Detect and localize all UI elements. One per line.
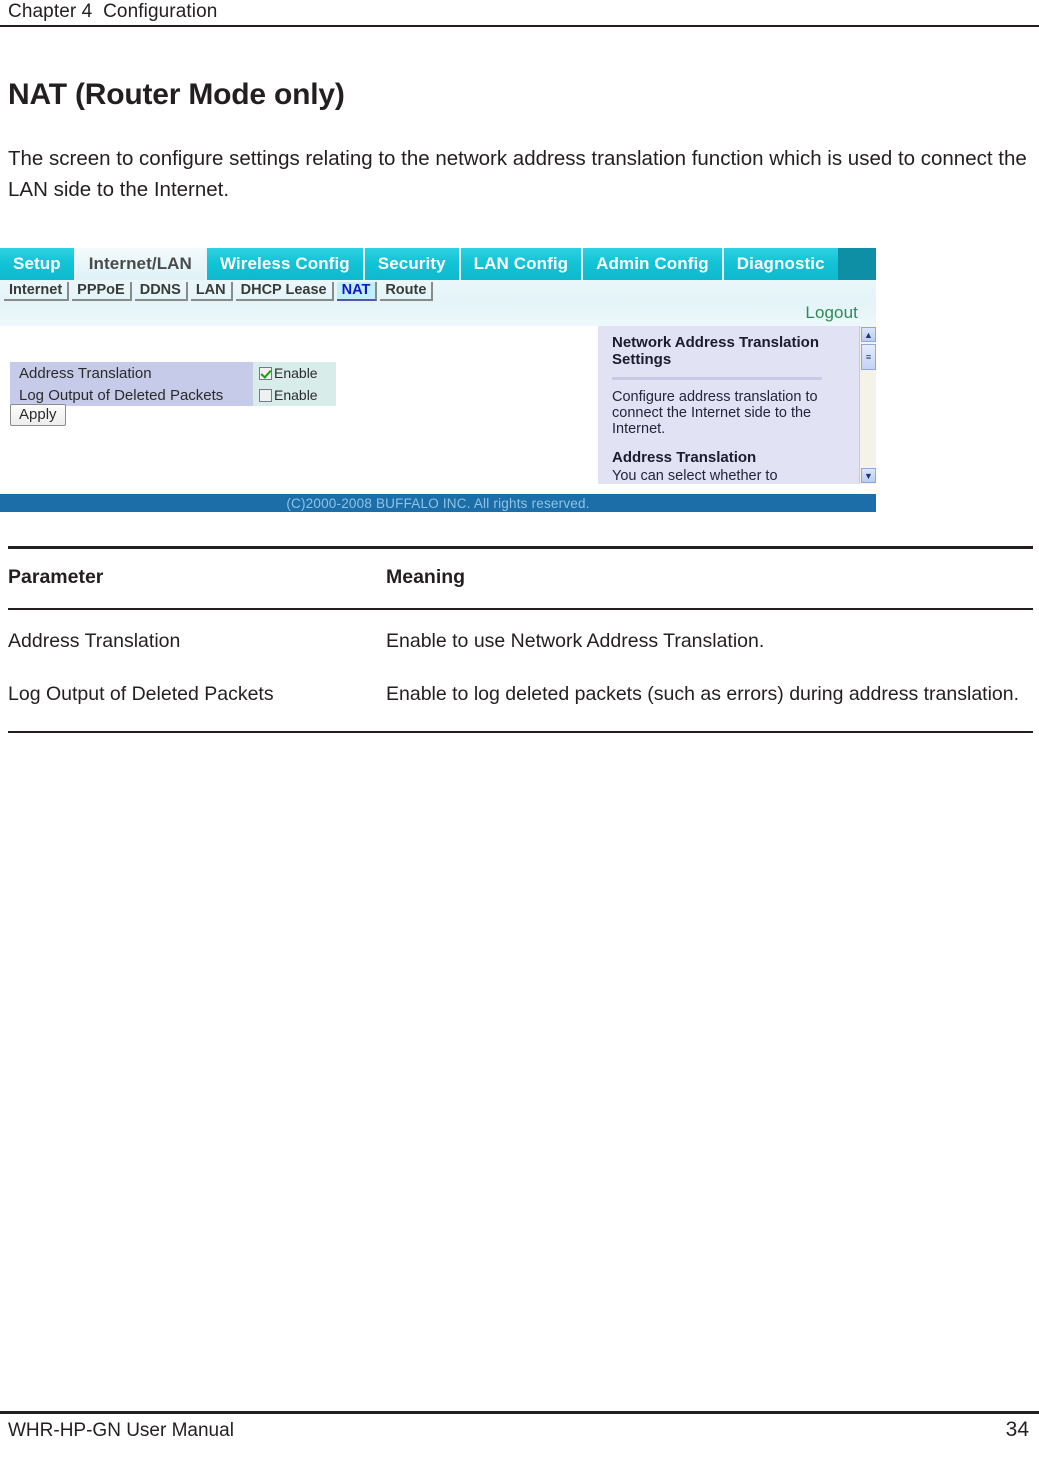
setting-value-address-translation: Enable [253,362,336,384]
running-head-rule [0,25,1039,27]
address-translation-checkbox-label: Enable [274,365,318,381]
scroll-up-icon[interactable]: ▲ [861,327,876,342]
tab-admin-config[interactable]: Admin Config [583,248,724,280]
help-panel-scrollbar[interactable]: ▲ ≡ ▼ [859,326,876,484]
table-header-row: Parameter Meaning [8,549,1033,608]
table-cell-meaning: Enable to use Network Address Translatio… [386,630,765,652]
footer-page-number: 34 [1005,1418,1029,1441]
intro-paragraph: The screen to configure settings relatin… [8,147,1027,201]
tab-internet-lan[interactable]: Internet/LAN [75,248,207,280]
footer-rule [0,1411,1039,1414]
help-panel-content: Network Address Translation Settings Con… [612,334,834,484]
subtab-route[interactable]: Route [380,281,434,301]
subtab-pppoe[interactable]: PPPoE [72,281,132,301]
table-cell-meaning: Enable to log deleted packets (such as e… [386,683,1020,705]
subtab-dhcp-lease[interactable]: DHCP Lease [235,281,334,301]
setting-value-log-output: Enable [253,384,336,406]
tab-lan-config[interactable]: LAN Config [460,248,584,280]
scrollbar-thumb[interactable]: ≡ [861,344,876,370]
setting-row-address-translation: Address Translation Enable [10,362,336,384]
logout-link[interactable]: Logout [805,303,858,323]
tab-wireless-config[interactable]: Wireless Config [206,248,365,280]
running-head-text: Chapter 4 Configuration [8,1,218,22]
table-row: Log Output of Deleted Packets Enable to … [8,656,1033,731]
help-divider [612,377,822,380]
table-row: Address Translation Enable to use Networ… [8,610,1033,656]
subtab-lan[interactable]: LAN [190,281,233,301]
table-bottom-rule [8,731,1033,733]
table-cell-parameter: Log Output of Deleted Packets [8,683,274,705]
sub-tab-bar: Internet PPPoE DDNS LAN DHCP Lease NAT R… [0,280,876,302]
setting-label-address-translation: Address Translation [10,362,253,384]
table-cell-parameter: Address Translation [8,630,181,652]
page-title: NAT (Router Mode only) [8,78,345,111]
subtab-ddns[interactable]: DDNS [134,281,188,301]
copyright-text: (C)2000-2008 BUFFALO INC. All rights res… [286,495,590,511]
address-translation-checkbox[interactable] [259,366,272,380]
subtab-internet[interactable]: Internet [4,281,70,301]
setting-label-log-output: Log Output of Deleted Packets [10,384,253,406]
apply-button[interactable]: Apply [10,404,66,426]
setting-row-log-output: Log Output of Deleted Packets Enable [10,384,336,406]
table-header-parameter: Parameter [8,566,104,588]
tab-diagnostic[interactable]: Diagnostic [723,248,838,280]
scroll-down-icon[interactable]: ▼ [861,468,876,483]
help-panel: Network Address Translation Settings Con… [598,326,876,484]
help-clipped-line: You can select whether to [Enable] [612,468,778,484]
main-tab-bar: Setup Internet/LAN Wireless Config Secur… [0,248,876,280]
tab-setup[interactable]: Setup [0,248,76,280]
footer-manual-title: WHR-HP-GN User Manual [8,1420,234,1441]
router-ui-screenshot: Setup Internet/LAN Wireless Config Secur… [0,248,876,512]
log-output-checkbox[interactable] [259,388,272,402]
running-head: Chapter 4 Configuration [0,0,1039,28]
logout-bar: Logout [0,302,876,326]
help-paragraph: Configure address translation to connect… [612,389,818,437]
log-output-checkbox-label: Enable [274,387,318,403]
help-title: Network Address Translation Settings [612,334,819,368]
subtab-nat[interactable]: NAT [336,281,378,301]
copyright-bar: (C)2000-2008 BUFFALO INC. All rights res… [0,494,876,512]
help-subtitle: Address Translation [612,449,757,466]
table-header-meaning: Meaning [386,566,466,588]
parameter-table: Parameter Meaning Address Translation En… [8,546,1033,733]
tab-security[interactable]: Security [364,248,461,280]
